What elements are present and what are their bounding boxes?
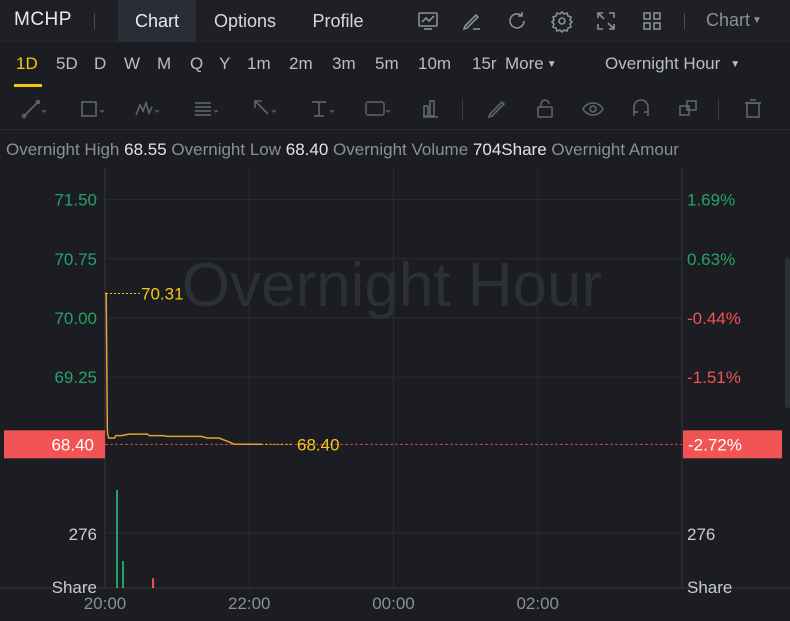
fullscreen-icon[interactable] (594, 9, 618, 33)
period-q[interactable]: Q (190, 54, 203, 74)
period-bar: 1D 5D D W M Q Y 1m 2m 3m 5m 10m 15r More… (0, 42, 790, 88)
chart-dropdown[interactable]: Chart ▼ (706, 10, 762, 31)
period-d[interactable]: D (94, 54, 106, 74)
settings-gear-icon[interactable] (550, 9, 574, 34)
period-15m[interactable]: 15r (472, 54, 505, 74)
active-period-indicator (14, 84, 42, 87)
trend-line-icon[interactable] (20, 96, 47, 122)
lock-icon[interactable] (532, 96, 558, 122)
volume-label: Overnight Volume (333, 140, 469, 159)
measure-icon[interactable] (420, 96, 446, 122)
y-tick-label-left: 69.25 (54, 368, 97, 387)
trash-icon[interactable] (740, 96, 766, 122)
y-tick-label-right: 1.69% (687, 191, 735, 210)
text-label-icon[interactable] (364, 96, 391, 122)
x-tick-label: 20:00 (84, 594, 127, 613)
more-periods-dropdown[interactable]: More ▼ (505, 54, 557, 74)
x-tick-label: 02:00 (516, 594, 559, 613)
y-tick-label-left: 70.75 (54, 250, 97, 269)
x-tick-label: 00:00 (372, 594, 415, 613)
current-price-label: 68.40 (51, 435, 94, 454)
volume-bar (122, 561, 125, 588)
tab-chart[interactable]: Chart (118, 0, 196, 42)
high-label: Overnight High (6, 140, 120, 159)
fibonacci-icon[interactable] (192, 96, 219, 122)
period-w[interactable]: W (124, 54, 140, 74)
pattern-icon[interactable] (133, 96, 160, 122)
grid-layout-icon[interactable] (640, 9, 664, 33)
tab-options[interactable]: Options (200, 0, 290, 42)
text-marker-icon[interactable] (308, 96, 335, 122)
overnight-stats: Overnight High 68.55 Overnight Low 68.40… (6, 140, 790, 160)
period-3m[interactable]: 3m (332, 54, 356, 74)
y-tick-label-left: 71.50 (54, 191, 97, 210)
session-label: Overnight Hour (605, 54, 721, 73)
period-2m[interactable]: 2m (289, 54, 313, 74)
draw-pen-icon[interactable] (460, 9, 484, 33)
volume-bar (116, 490, 119, 588)
toolbar-separator (462, 99, 463, 119)
top-header: MCHP Chart Options Profile Chart ▼ (0, 0, 790, 42)
volume-axis-label-left: 276 (69, 525, 97, 544)
period-m[interactable]: M (157, 54, 171, 74)
watermark-text: Overnight Hour (182, 251, 602, 320)
ticker-symbol: MCHP (14, 9, 72, 30)
y-tick-label-right: -0.44% (687, 309, 741, 328)
period-5m[interactable]: 5m (375, 54, 399, 74)
eye-icon[interactable] (580, 96, 606, 122)
volume-bar (152, 578, 155, 588)
caret-down-icon: ▼ (546, 59, 557, 70)
chart-type-icon[interactable] (416, 9, 440, 33)
drawing-toolbar (0, 88, 790, 130)
volume-value: 704Share (472, 140, 547, 159)
chart-dropdown-label: Chart (706, 10, 751, 30)
price-chart[interactable]: Overnight Hour 71.50 70.75 70.00 69.25 1.69% 0… (0, 168, 790, 621)
toolbar-separator (718, 99, 719, 119)
y-tick-label-right: -1.51% (687, 368, 741, 387)
amount-label: Overnight Amour (551, 140, 679, 159)
current-pct-label: -2.72% (688, 435, 742, 454)
caret-down-icon: ▼ (752, 15, 762, 26)
header-divider (94, 13, 95, 29)
more-label: More (505, 54, 544, 73)
layers-icon[interactable] (676, 96, 702, 122)
low-value: 68.40 (285, 140, 329, 159)
max-price-label: 70.31 (141, 285, 184, 304)
rectangle-icon[interactable] (78, 96, 105, 122)
period-y[interactable]: Y (219, 54, 230, 74)
last-price-label: 68.40 (297, 435, 340, 454)
arrow-icon[interactable] (250, 96, 277, 122)
chart-scrollbar[interactable] (785, 258, 790, 408)
y-tick-label-right: 0.63% (687, 250, 735, 269)
period-1d[interactable]: 1D (16, 54, 38, 74)
period-5d[interactable]: 5D (56, 54, 78, 74)
refresh-icon[interactable] (505, 9, 529, 33)
magnet-icon[interactable] (628, 96, 654, 122)
tab-profile[interactable]: Profile (298, 0, 378, 42)
session-dropdown[interactable]: Overnight Hour ▼ (605, 54, 740, 74)
volume-unit-label-right: Share (687, 578, 732, 597)
low-label: Overnight Low (171, 140, 282, 159)
volume-axis-label-right: 276 (687, 525, 715, 544)
period-10m[interactable]: 10m (418, 54, 451, 74)
header-divider (684, 13, 685, 29)
caret-down-icon: ▼ (730, 59, 741, 70)
period-1m[interactable]: 1m (247, 54, 271, 74)
pencil-icon[interactable] (484, 96, 510, 122)
y-tick-label-left: 70.00 (54, 309, 97, 328)
high-value: 68.55 (124, 140, 167, 159)
x-tick-label: 22:00 (228, 594, 271, 613)
